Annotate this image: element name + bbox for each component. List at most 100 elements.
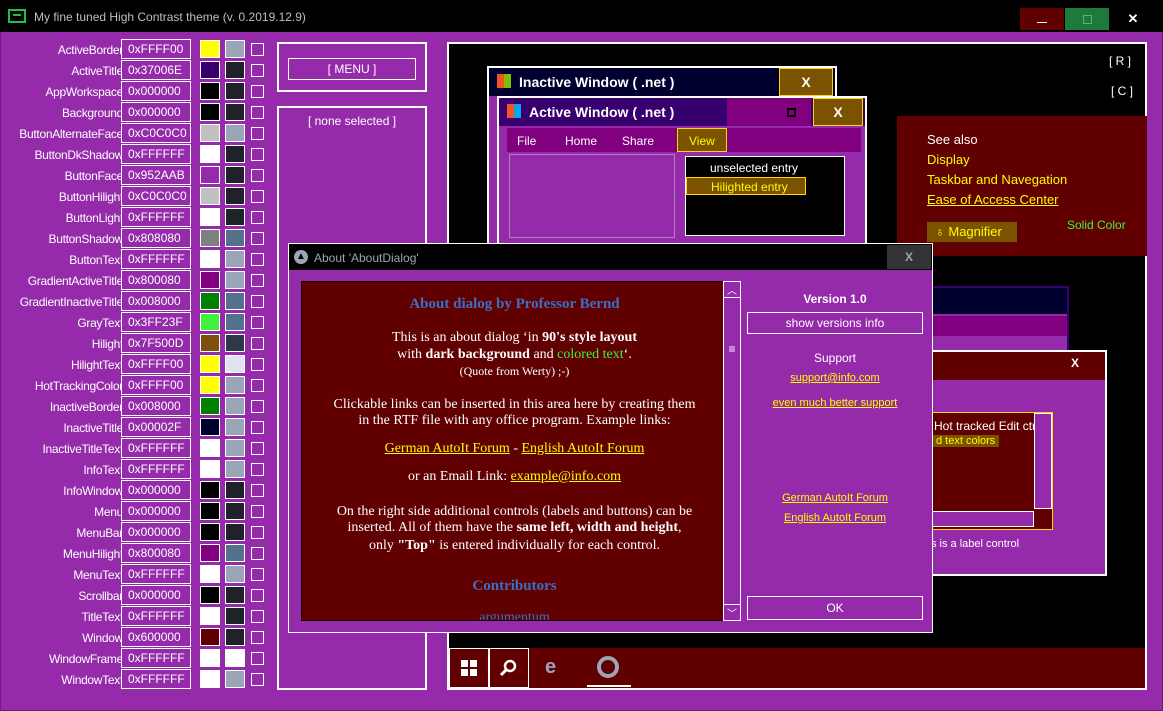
default-color-swatch[interactable] [225, 565, 245, 583]
ok-button[interactable]: OK [747, 596, 923, 620]
color-swatch[interactable] [200, 376, 220, 394]
color-swatch[interactable] [200, 187, 220, 205]
color-value-input[interactable]: 0x000000 [121, 501, 191, 521]
display-link[interactable]: Display [927, 152, 970, 167]
color-checkbox[interactable] [251, 253, 264, 266]
magnifier-button[interactable]: ♁ Magnifier [927, 222, 1017, 242]
color-value-input[interactable]: 0x000000 [121, 585, 191, 605]
color-checkbox[interactable] [251, 652, 264, 665]
default-color-swatch[interactable] [225, 292, 245, 310]
list-item-unselected[interactable]: unselected entry [710, 161, 798, 175]
color-swatch[interactable] [200, 439, 220, 457]
maximize-button[interactable] [1065, 8, 1109, 30]
default-color-swatch[interactable] [225, 187, 245, 205]
email-link[interactable]: example@info.com [511, 469, 621, 484]
color-value-input[interactable]: 0x3FF23F [121, 312, 191, 332]
color-checkbox[interactable] [251, 568, 264, 581]
color-value-input[interactable]: 0x800080 [121, 270, 191, 290]
color-swatch[interactable] [200, 103, 220, 121]
default-color-swatch[interactable] [225, 208, 245, 226]
about-close-button[interactable]: X [887, 245, 931, 269]
active-close-button[interactable]: X [813, 98, 863, 126]
default-color-swatch[interactable] [225, 460, 245, 478]
color-swatch[interactable] [200, 271, 220, 289]
color-swatch[interactable] [200, 460, 220, 478]
default-color-swatch[interactable] [225, 40, 245, 58]
color-swatch[interactable] [200, 649, 220, 667]
color-value-input[interactable]: 0x008000 [121, 396, 191, 416]
color-checkbox[interactable] [251, 379, 264, 392]
default-color-swatch[interactable] [225, 397, 245, 415]
default-color-swatch[interactable] [225, 376, 245, 394]
color-value-input[interactable]: 0xFFFF00 [121, 375, 191, 395]
color-value-input[interactable]: 0xFFFFFF [121, 249, 191, 269]
default-color-swatch[interactable] [225, 271, 245, 289]
default-color-swatch[interactable] [225, 355, 245, 373]
color-value-input[interactable]: 0xFFFFFF [121, 648, 191, 668]
default-color-swatch[interactable] [225, 670, 245, 688]
tab-share[interactable]: Share [622, 134, 654, 148]
color-checkbox[interactable] [251, 358, 264, 371]
color-checkbox[interactable] [251, 421, 264, 434]
color-swatch[interactable] [200, 565, 220, 583]
tab-view[interactable]: View [677, 128, 727, 152]
ease-of-access-link[interactable]: Ease of Access Center [927, 192, 1059, 207]
menu-button[interactable]: [ MENU ] [288, 58, 416, 80]
color-value-input[interactable]: 0x000000 [121, 522, 191, 542]
color-checkbox[interactable] [251, 400, 264, 413]
color-checkbox[interactable] [251, 211, 264, 224]
default-color-swatch[interactable] [225, 82, 245, 100]
default-color-swatch[interactable] [225, 586, 245, 604]
default-color-swatch[interactable] [225, 418, 245, 436]
color-swatch[interactable] [200, 586, 220, 604]
color-swatch[interactable] [200, 544, 220, 562]
color-swatch[interactable] [200, 523, 220, 541]
default-color-swatch[interactable] [225, 607, 245, 625]
default-color-swatch[interactable] [225, 250, 245, 268]
default-color-swatch[interactable] [225, 649, 245, 667]
color-value-input[interactable]: 0x000000 [121, 480, 191, 500]
color-checkbox[interactable] [251, 589, 264, 602]
color-swatch[interactable] [200, 607, 220, 625]
windows-icon[interactable] [449, 648, 489, 688]
edge-icon[interactable]: e [545, 656, 556, 679]
bg-window-3-close-icon[interactable]: X [1071, 356, 1079, 370]
color-value-input[interactable]: 0xC0C0C0 [121, 123, 191, 143]
color-checkbox[interactable] [251, 547, 264, 560]
default-color-swatch[interactable] [225, 145, 245, 163]
scroll-thumb[interactable]: ≡ [724, 342, 740, 358]
default-color-swatch[interactable] [225, 628, 245, 646]
tab-home[interactable]: Home [565, 134, 597, 148]
color-swatch[interactable] [200, 61, 220, 79]
color-swatch[interactable] [200, 166, 220, 184]
color-value-input[interactable]: 0xFFFF00 [121, 39, 191, 59]
color-checkbox[interactable] [251, 232, 264, 245]
default-color-swatch[interactable] [225, 166, 245, 184]
color-value-input[interactable]: 0x600000 [121, 627, 191, 647]
color-value-input[interactable]: 0x000000 [121, 81, 191, 101]
color-swatch[interactable] [200, 82, 220, 100]
color-swatch[interactable] [200, 397, 220, 415]
color-swatch[interactable] [200, 124, 220, 142]
english-forum-link[interactable]: English AutoIt Forum [521, 441, 644, 456]
color-swatch[interactable] [200, 229, 220, 247]
color-value-input[interactable]: 0x800080 [121, 543, 191, 563]
color-checkbox[interactable] [251, 526, 264, 539]
taskbar-link[interactable]: Taskbar and Navegation [927, 172, 1067, 187]
list-item-highlighted[interactable]: Hilighted entry [686, 177, 806, 195]
default-color-swatch[interactable] [225, 439, 245, 457]
color-checkbox[interactable] [251, 610, 264, 623]
color-value-input[interactable]: 0xFFFFFF [121, 669, 191, 689]
default-color-swatch[interactable] [225, 544, 245, 562]
color-value-input[interactable]: 0x000000 [121, 102, 191, 122]
default-color-swatch[interactable] [225, 481, 245, 499]
color-checkbox[interactable] [251, 505, 264, 518]
default-color-swatch[interactable] [225, 334, 245, 352]
edit-control[interactable]: Hot tracked Edit ctrl. d text colors [931, 412, 1053, 530]
default-color-swatch[interactable] [225, 523, 245, 541]
color-value-input[interactable]: 0xFFFFFF [121, 438, 191, 458]
color-checkbox[interactable] [251, 484, 264, 497]
scroll-down-icon[interactable]: ﹀ [724, 604, 740, 620]
color-checkbox[interactable] [251, 64, 264, 77]
color-value-input[interactable]: 0x37006E [121, 60, 191, 80]
